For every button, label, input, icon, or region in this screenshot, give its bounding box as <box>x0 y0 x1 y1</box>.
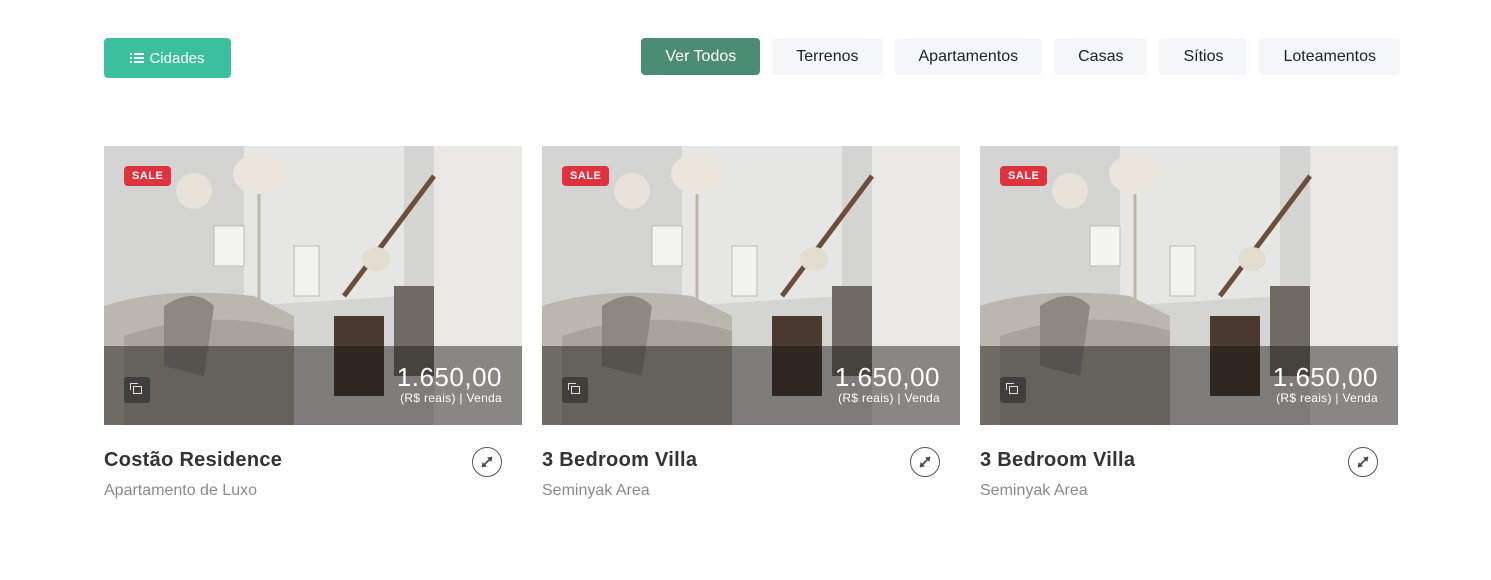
listing-price: 1.650,00 (R$ reais) | Venda <box>1273 363 1378 405</box>
listing-info: 3 Bedroom Villa Seminyak Area <box>980 425 1398 515</box>
sale-badge: SALE <box>1000 166 1048 186</box>
listing-card: SALE 1.650,00 (R$ reais) | Venda Costão … <box>104 146 522 515</box>
price-value: 1.650,00 <box>396 362 502 392</box>
listing-info: Costão Residence Apartamento de Luxo <box>104 425 522 515</box>
category-filters: Ver Todos Terrenos Apartamentos Casas Sí… <box>641 38 1400 75</box>
cities-button-label: Cidades <box>149 49 205 67</box>
listing-title[interactable]: 3 Bedroom Villa <box>542 449 697 472</box>
gallery-icon[interactable] <box>562 377 588 403</box>
sale-badge: SALE <box>562 166 610 186</box>
gallery-icon[interactable] <box>1000 377 1026 403</box>
expand-icon[interactable] <box>472 447 502 477</box>
listing-price: 1.650,00 (R$ reais) | Venda <box>397 363 502 405</box>
listing-photo[interactable]: SALE 1.650,00 (R$ reais) | Venda <box>980 146 1398 425</box>
filter-sitios[interactable]: Sítios <box>1159 38 1248 75</box>
expand-icon[interactable] <box>910 447 940 477</box>
price-detail: (R$ reais) | Venda <box>1276 391 1378 405</box>
filter-loteamentos[interactable]: Loteamentos <box>1259 38 1400 75</box>
filter-casas[interactable]: Casas <box>1054 38 1148 75</box>
price-detail: (R$ reais) | Venda <box>838 391 940 405</box>
listing-price: 1.650,00 (R$ reais) | Venda <box>835 363 940 405</box>
listing-title[interactable]: Costão Residence <box>104 449 282 472</box>
listing-card: SALE 1.650,00 (R$ reais) | Venda 3 Bedro… <box>980 146 1398 515</box>
price-detail: (R$ reais) | Venda <box>400 391 502 405</box>
list-icon <box>130 52 145 64</box>
listing-grid: SALE 1.650,00 (R$ reais) | Venda Costão … <box>104 146 1398 515</box>
filter-terrenos[interactable]: Terrenos <box>772 38 883 75</box>
price-value: 1.650,00 <box>1272 362 1378 392</box>
listing-info: 3 Bedroom Villa Seminyak Area <box>542 425 960 515</box>
listing-subtitle: Seminyak Area <box>542 482 650 499</box>
gallery-icon[interactable] <box>124 377 150 403</box>
price-value: 1.650,00 <box>834 362 940 392</box>
listing-subtitle: Apartamento de Luxo <box>104 482 257 499</box>
cities-button[interactable]: Cidades <box>104 38 231 78</box>
filter-ver-todos[interactable]: Ver Todos <box>641 38 761 75</box>
expand-icon[interactable] <box>1348 447 1378 477</box>
sale-badge: SALE <box>124 166 172 186</box>
listing-photo[interactable]: SALE 1.650,00 (R$ reais) | Venda <box>542 146 960 425</box>
filter-apartamentos[interactable]: Apartamentos <box>894 38 1043 75</box>
listing-photo[interactable]: SALE 1.650,00 (R$ reais) | Venda <box>104 146 522 425</box>
listing-subtitle: Seminyak Area <box>980 482 1088 499</box>
listing-card: SALE 1.650,00 (R$ reais) | Venda 3 Bedro… <box>542 146 960 515</box>
listing-title[interactable]: 3 Bedroom Villa <box>980 449 1135 472</box>
